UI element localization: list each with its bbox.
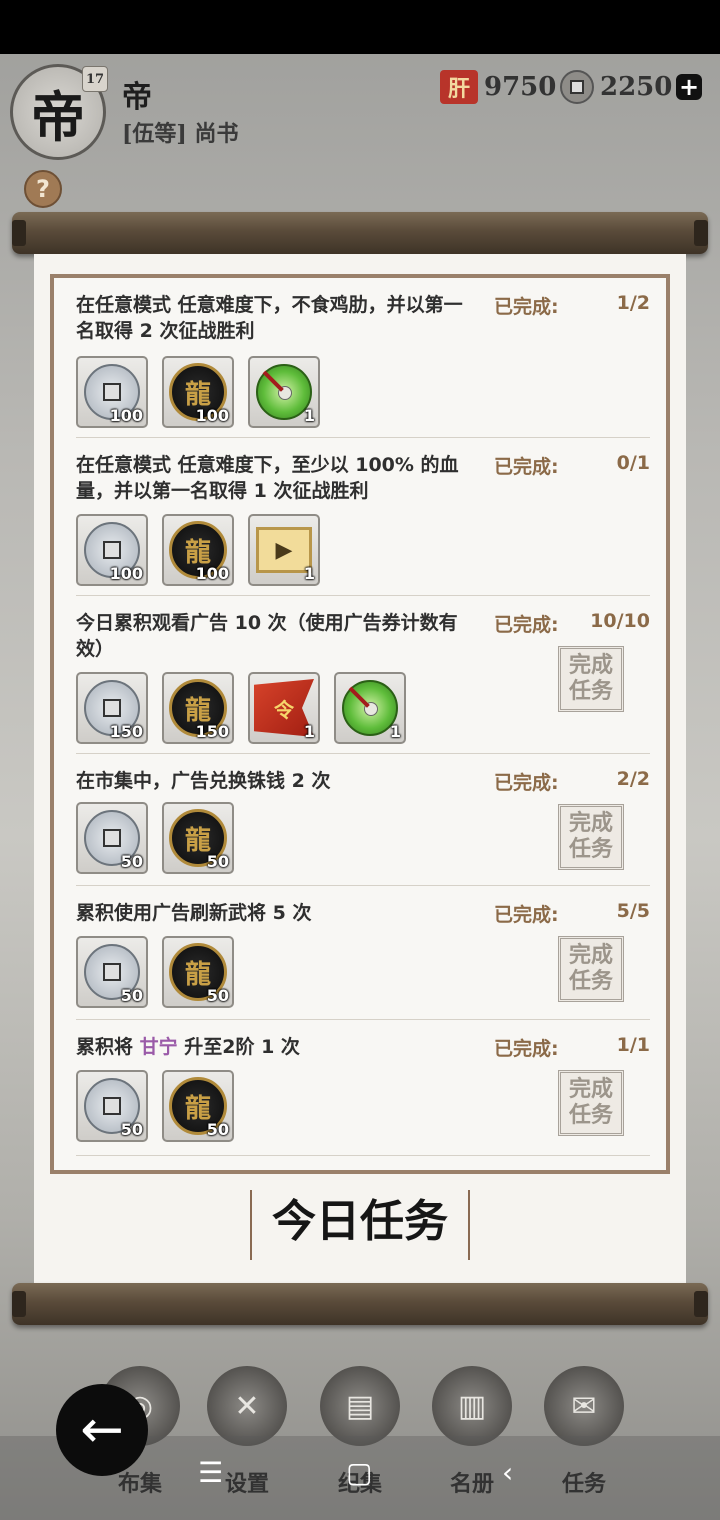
task-description: 今日累积观看广告 10 次（使用广告券计数有效） [76, 612, 458, 660]
task-complete-stamp[interactable]: 完成 任务 [558, 1070, 624, 1136]
reward-item[interactable]: 50 [76, 1070, 148, 1142]
scroll-rod-bottom [12, 1283, 708, 1325]
player-header: 帝 17 帝 [伍等] 尚书 肝 9750 2250 + [0, 54, 720, 164]
task-description: 累积使用广告刷新武将 5 次 [76, 902, 312, 924]
task-progress: 1/1 [616, 1034, 650, 1056]
task-status-label: 已完成: [494, 1038, 559, 1060]
task-status-label: 已完成: [494, 904, 559, 926]
reward-item[interactable]: 龍 150 [162, 672, 234, 744]
roster-icon: ▥ [432, 1366, 512, 1446]
add-currency-button[interactable]: + [676, 73, 702, 101]
task-description: 在任意模式 任意难度下，不食鸡肋，并以第一名取得 2 次征战胜利 [76, 294, 463, 342]
reward-item[interactable]: 150 [76, 672, 148, 744]
task-row: 累积将 甘宁 升至2阶 1 次 已完成: 1/1 完成 任务 50 龍 50 [76, 1020, 650, 1156]
reward-item[interactable]: 100 [76, 356, 148, 428]
reward-item[interactable]: 龍 100 [162, 356, 234, 428]
currency-a: 肝 9750 [440, 70, 556, 104]
task-progress: 1/2 [616, 292, 650, 314]
status-bar [0, 0, 720, 54]
scroll-rod-top [12, 212, 708, 254]
reward-list: 100 龍 100 1 [76, 356, 320, 428]
task-row: 在任意模式 任意难度下，不食鸡肋，并以第一名取得 2 次征战胜利 已完成: 1/… [76, 278, 650, 438]
daily-tasks-title: 今日任务 [250, 1190, 470, 1260]
liver-token-icon: 肝 [440, 70, 478, 104]
reward-item[interactable]: 令1 [248, 672, 320, 744]
player-name: 帝 [122, 80, 152, 115]
back-button[interactable]: ← [56, 1384, 148, 1476]
reward-item[interactable]: 龍 100 [162, 514, 234, 586]
reward-list: 50 龍 50 [76, 1070, 234, 1142]
reward-item[interactable]: 1 [248, 356, 320, 428]
reward-item[interactable]: 龍 50 [162, 1070, 234, 1142]
currency-b-value: 2250 [600, 72, 673, 102]
task-row: 累积使用广告刷新武将 5 次 已完成: 5/5 完成 任务 50 龍 50 [76, 886, 650, 1020]
reward-list: 150 龍 150 令1 1 [76, 672, 406, 744]
level-badge: 17 [82, 66, 108, 92]
reward-list: 50 龍 50 [76, 936, 234, 1008]
reward-list: 50 龍 50 [76, 802, 234, 874]
help-button[interactable]: ? [24, 170, 62, 208]
reward-item[interactable]: 1 [334, 672, 406, 744]
menu-icon[interactable]: ☰ [198, 1456, 223, 1489]
reward-item[interactable]: 100 [76, 514, 148, 586]
task-progress: 0/1 [616, 452, 650, 474]
reward-item[interactable]: ▶ 1 [248, 514, 320, 586]
task-progress: 10/10 [590, 610, 650, 632]
scroll-icon: ✉ [544, 1366, 624, 1446]
task-progress: 5/5 [616, 900, 650, 922]
task-status-label: 已完成: [494, 772, 559, 794]
book-icon: ▤ [320, 1366, 400, 1446]
general-name[interactable]: 甘宁 [140, 1036, 178, 1058]
task-status-label: 已完成: [494, 296, 559, 318]
task-description: 累积将 甘宁 升至2阶 1 次 [76, 1036, 300, 1058]
task-complete-stamp[interactable]: 完成 任务 [558, 936, 624, 1002]
task-list[interactable]: 在任意模式 任意难度下，不食鸡肋，并以第一名取得 2 次征战胜利 已完成: 1/… [50, 274, 670, 1174]
reward-item[interactable]: 龍 50 [162, 936, 234, 1008]
avatar-glyph: 帝 [31, 84, 85, 149]
settings-icon: ✕ [207, 1366, 287, 1446]
task-description: 在市集中，广告兑换铢钱 2 次 [76, 770, 331, 792]
task-row: 在市集中，广告兑换铢钱 2 次 已完成: 2/2 完成 任务 50 龍 50 [76, 754, 650, 886]
task-progress: 2/2 [616, 768, 650, 790]
reward-list: 100 龍 100 ▶ 1 [76, 514, 320, 586]
player-rank: [伍等] 尚书 [122, 121, 239, 147]
system-back-icon[interactable]: ‹ [502, 1456, 513, 1489]
task-status-label: 已完成: [494, 614, 559, 636]
task-row: 在任意模式 任意难度下，至少以 100% 的血量，并以第一名取得 1 次征战胜利… [76, 438, 650, 596]
reward-item[interactable]: 50 [76, 936, 148, 1008]
task-status-label: 已完成: [494, 456, 559, 478]
reward-item[interactable]: 龍 50 [162, 802, 234, 874]
reward-item[interactable]: 50 [76, 802, 148, 874]
coin-icon [560, 70, 594, 104]
currency-a-value: 9750 [484, 72, 557, 102]
currency-b: 2250 [560, 70, 672, 104]
task-complete-stamp[interactable]: 完成 任务 [558, 804, 624, 870]
home-icon[interactable]: ▢ [346, 1456, 372, 1489]
task-description: 在任意模式 任意难度下，至少以 100% 的血量，并以第一名取得 1 次征战胜利 [76, 454, 459, 502]
task-complete-stamp[interactable]: 完成 任务 [558, 646, 624, 712]
task-row: 今日累积观看广告 10 次（使用广告券计数有效） 已完成: 10/10 完成 任务… [76, 596, 650, 754]
